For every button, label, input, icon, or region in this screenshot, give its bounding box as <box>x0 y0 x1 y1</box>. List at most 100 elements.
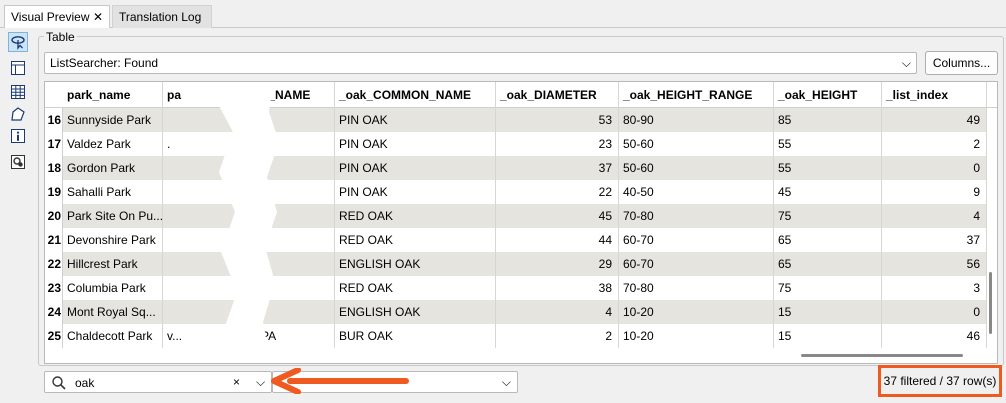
columns-button[interactable]: Columns... <box>925 51 998 75</box>
table-cell[interactable] <box>163 276 245 300</box>
table-cell[interactable] <box>163 204 245 228</box>
table-row[interactable]: 18 Gordon Park PIN OAK 37 50-60 55 0 <box>45 156 997 180</box>
table-cell[interactable] <box>245 108 335 132</box>
feature-info-icon[interactable] <box>8 104 28 124</box>
table-cell[interactable]: 65 <box>774 228 882 252</box>
table-cell[interactable]: 46 <box>882 324 987 348</box>
table-cell[interactable] <box>245 132 335 156</box>
table-cell[interactable]: Park Site On Pu... <box>63 204 163 228</box>
table-cell[interactable]: v... <box>163 324 245 348</box>
table-cell[interactable]: 50-60 <box>619 132 774 156</box>
table-cell[interactable]: 56 <box>882 252 987 276</box>
table-cell[interactable] <box>245 300 335 324</box>
table-row[interactable]: 17 Valdez Park. PIN OAK 23 50-60 55 2 <box>45 132 997 156</box>
table-cell[interactable] <box>163 156 245 180</box>
table-cell[interactable] <box>245 156 335 180</box>
table-cell[interactable]: 10-20 <box>619 300 774 324</box>
table-cell[interactable]: 49 <box>882 108 987 132</box>
table-cell[interactable]: 80-90 <box>619 108 774 132</box>
table-cell[interactable]: 44 <box>496 228 619 252</box>
table-cell[interactable]: 70-80 <box>619 204 774 228</box>
table-cell[interactable]: 22 <box>496 180 619 204</box>
table-cell[interactable]: Chaldecott Park <box>63 324 163 348</box>
table-cell[interactable]: PIN OAK <box>335 180 496 204</box>
table-row[interactable]: 25 Chaldecott Park v... .RPA BUR OAK 2 10-20 15… <box>45 324 997 348</box>
table-cell[interactable]: PIN OAK <box>335 108 496 132</box>
table-cell[interactable]: 55 <box>774 156 882 180</box>
table-cell[interactable]: .RPA <box>245 324 335 348</box>
table-cell[interactable] <box>163 108 245 132</box>
table-cell[interactable]: 70-80 <box>619 276 774 300</box>
table-row[interactable]: 22 Hillcrest Park ENGLISH OAK 29 60-70 65 56 <box>45 252 997 276</box>
table-row[interactable]: 24 Mont Royal Sq... ENGLISH OAK 4 10-20 15 0 <box>45 300 997 324</box>
table-cell[interactable]: BUR OAK <box>335 324 496 348</box>
table-cell[interactable]: 29 <box>496 252 619 276</box>
table-cell[interactable]: RED OAK <box>335 204 496 228</box>
column-header[interactable]: pa <box>163 82 237 108</box>
layout-panel-icon[interactable] <box>8 58 28 78</box>
table-cell[interactable]: Devonshire Park <box>63 228 163 252</box>
dataset-select[interactable]: ListSearcher: Found ⌵ <box>44 52 917 74</box>
table-cell[interactable]: PIN OAK <box>335 156 496 180</box>
table-cell[interactable]: 85 <box>774 108 882 132</box>
column-header[interactable]: _oak_HEIGHT <box>774 82 882 108</box>
inspect-pointer-icon[interactable] <box>8 32 28 52</box>
table-cell[interactable]: Mont Royal Sq... <box>63 300 163 324</box>
table-cell[interactable]: 75 <box>774 276 882 300</box>
table-cell[interactable] <box>163 228 245 252</box>
table-cell[interactable] <box>163 180 245 204</box>
table-cell[interactable]: 3 <box>882 276 987 300</box>
table-cell[interactable]: 4 <box>882 204 987 228</box>
table-cell[interactable]: 15 <box>774 324 882 348</box>
table-row[interactable]: 16 Sunnyside Park PIN OAK 53 80-90 85 49 <box>45 108 997 132</box>
clear-icon[interactable]: × <box>233 375 240 389</box>
search-input[interactable]: oak <box>75 376 94 390</box>
table-cell[interactable]: Valdez Park <box>63 132 163 156</box>
table-cell[interactable]: 37 <box>496 156 619 180</box>
column-header[interactable]: IES_NAME <box>245 82 335 108</box>
data-table[interactable]: park_name pa IES_NAME _oak_COMMON_NAME _… <box>44 81 998 364</box>
coordinate-system-icon[interactable] <box>8 152 28 172</box>
column-header[interactable]: _oak_HEIGHT_RANGE <box>619 82 774 108</box>
table-cell[interactable]: 60-70 <box>619 252 774 276</box>
table-cell[interactable]: Columbia Park <box>63 276 163 300</box>
table-row[interactable]: 21 Devonshire Park RED OAK 44 60-70 65 37 <box>45 228 997 252</box>
table-cell[interactable]: 2 <box>882 132 987 156</box>
table-cell[interactable]: Sunnyside Park <box>63 108 163 132</box>
table-row[interactable]: 20 Park Site On Pu... RED OAK 45 70-80 75 4 <box>45 204 997 228</box>
table-cell[interactable]: . <box>163 132 245 156</box>
table-cell[interactable]: 50-60 <box>619 156 774 180</box>
table-cell[interactable] <box>245 252 335 276</box>
table-row[interactable]: 19 Sahalli Park PIN OAK 22 40-50 45 9 <box>45 180 997 204</box>
table-cell[interactable]: 45 <box>496 204 619 228</box>
table-cell[interactable]: ENGLISH OAK <box>335 252 496 276</box>
column-header[interactable]: _list_index <box>882 82 987 108</box>
tab-visual-preview[interactable]: Visual Preview ✕ <box>4 5 110 28</box>
table-cell[interactable]: 65 <box>774 252 882 276</box>
table-cell[interactable] <box>245 228 335 252</box>
horizontal-scroll-thumb[interactable] <box>801 354 963 357</box>
table-cell[interactable]: ENGLISH OAK <box>335 300 496 324</box>
column-header[interactable]: park_name <box>63 82 163 108</box>
table-cell[interactable]: Gordon Park <box>63 156 163 180</box>
tab-translation-log[interactable]: Translation Log <box>112 5 212 28</box>
table-cell[interactable]: 38 <box>496 276 619 300</box>
table-cell[interactable] <box>245 276 335 300</box>
table-cell[interactable] <box>163 252 245 276</box>
table-cell[interactable]: 55 <box>774 132 882 156</box>
vertical-scroll-thumb[interactable] <box>989 272 992 334</box>
table-cell[interactable]: 60-70 <box>619 228 774 252</box>
table-cell[interactable]: 53 <box>496 108 619 132</box>
table-cell[interactable]: 2 <box>496 324 619 348</box>
column-header[interactable]: _oak_DIAMETER <box>496 82 619 108</box>
table-cell[interactable]: 37 <box>882 228 987 252</box>
column-header[interactable]: _oak_COMMON_NAME <box>335 82 496 108</box>
table-cell[interactable] <box>245 204 335 228</box>
table-cell[interactable]: RED OAK <box>335 276 496 300</box>
table-cell[interactable] <box>163 300 245 324</box>
search-field[interactable]: oak × ⌵ <box>44 371 272 393</box>
table-cell[interactable]: 45 <box>774 180 882 204</box>
table-cell[interactable]: 23 <box>496 132 619 156</box>
chevron-down-icon[interactable]: ⌵ <box>256 375 265 390</box>
table-cell[interactable]: 15 <box>774 300 882 324</box>
